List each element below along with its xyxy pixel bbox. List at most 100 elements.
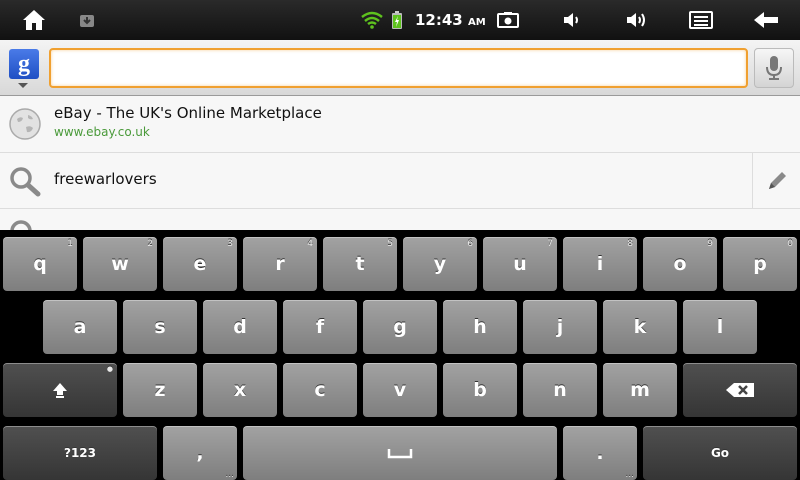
key-r[interactable]: r4 [243,237,317,291]
menu-icon[interactable] [686,0,716,40]
search-input[interactable] [49,48,748,88]
microphone-icon [766,56,782,80]
volume-down-icon[interactable] [558,0,586,40]
key-b-label: b [473,379,487,401]
suggestion-partial [0,209,800,230]
key-r-label: r [275,253,285,275]
key-f-label: f [315,316,325,338]
key-z[interactable]: z [123,363,197,417]
key-a-label: a [73,316,87,338]
key-i[interactable]: i8 [563,237,637,291]
key-j[interactable]: j [523,300,597,354]
key-x[interactable]: x [203,363,277,417]
key-t-hint: 5 [387,239,393,249]
suggestion-query[interactable]: freewarlovers [0,153,800,209]
key-shift[interactable]: ● [3,363,117,417]
key-d[interactable]: d [203,300,277,354]
key-c[interactable]: c [283,363,357,417]
key-e-label: e [193,253,207,275]
key-r-hint: 4 [307,239,313,249]
key-period[interactable]: .... [563,426,637,480]
key-w-hint: 2 [147,239,153,249]
suggestion-list: eBay - The UK's Online Marketplace www.e… [0,96,800,230]
key-f[interactable]: f [283,300,357,354]
clock: 12:43 AM [415,11,486,29]
key-q[interactable]: q1 [3,237,77,291]
volume-up-icon[interactable] [622,0,652,40]
wifi-icon [360,0,384,40]
key-o[interactable]: o9 [643,237,717,291]
key-w[interactable]: w2 [83,237,157,291]
key-p[interactable]: p0 [723,237,797,291]
key-go-label: Go [710,446,730,460]
key-g-label: g [393,316,407,338]
key-t[interactable]: t5 [323,237,397,291]
key-o-hint: 9 [707,239,713,249]
key-c-label: c [314,379,326,401]
key-t-label: t [355,253,365,275]
key-b[interactable]: b [443,363,517,417]
key-u-label: u [513,253,527,275]
key-m-label: m [630,379,650,401]
space-icon [387,449,413,459]
key-e[interactable]: e3 [163,237,237,291]
provider-dropdown-caret-icon[interactable] [18,83,28,88]
key-g[interactable]: g [363,300,437,354]
key-m[interactable]: m [603,363,677,417]
backspace-icon [726,383,754,397]
key-i-label: i [596,253,604,275]
key-d-label: d [233,316,247,338]
suggestion-bookmark[interactable]: eBay - The UK's Online Marketplace www.e… [0,96,800,153]
key-p-hint: 0 [787,239,793,249]
key-i-hint: 8 [627,239,633,249]
key-symbols-label: ?123 [63,446,96,460]
key-l[interactable]: l [683,300,757,354]
download-icon [74,0,100,40]
status-bar: 12:43 AM [0,0,800,40]
key-space[interactable] [243,426,557,480]
key-u-hint: 7 [547,239,553,249]
screenshot-icon[interactable] [494,0,522,40]
back-icon[interactable] [750,0,782,40]
onscreen-keyboard: ?123 ,... .... Go ● q1w2e3r4t5y6u7i8o9p0… [0,230,800,480]
home-icon[interactable] [14,0,54,40]
key-j-label: j [556,316,564,338]
suggestion-url: www.ebay.co.uk [54,125,150,139]
key-delete[interactable] [683,363,797,417]
suggestion-title: freewarlovers [54,170,157,188]
key-h[interactable]: h [443,300,517,354]
search-provider-logo[interactable]: g [9,49,39,79]
key-s[interactable]: s [123,300,197,354]
key-y-label: y [433,253,447,275]
search-icon [10,167,41,197]
key-w-label: w [111,253,129,275]
key-symbols[interactable]: ?123 [3,426,157,480]
search-icon [10,220,32,230]
refine-query-button[interactable] [752,153,800,209]
key-comma-label: , [196,442,204,464]
pencil-icon [768,172,786,189]
key-y[interactable]: y6 [403,237,477,291]
key-period-label: . [596,442,604,464]
suggestion-title: eBay - The UK's Online Marketplace [54,104,322,122]
key-go[interactable]: Go [643,426,797,480]
key-q-label: q [33,253,47,275]
clock-ampm: AM [467,17,486,28]
key-s-label: s [154,316,166,338]
key-n[interactable]: n [523,363,597,417]
key-k[interactable]: k [603,300,677,354]
key-x-label: x [233,379,247,401]
key-n-label: n [553,379,567,401]
search-bar: g [0,40,800,96]
key-v[interactable]: v [363,363,437,417]
voice-search-button[interactable] [754,48,794,88]
key-u[interactable]: u7 [483,237,557,291]
shift-icon [53,383,67,398]
globe-icon [9,108,41,140]
key-a[interactable]: a [43,300,117,354]
key-k-label: k [633,316,647,338]
key-comma[interactable]: ,... [163,426,237,480]
key-p-label: p [753,253,767,275]
clock-time: 12:43 [415,11,463,29]
key-h-label: h [473,316,487,338]
